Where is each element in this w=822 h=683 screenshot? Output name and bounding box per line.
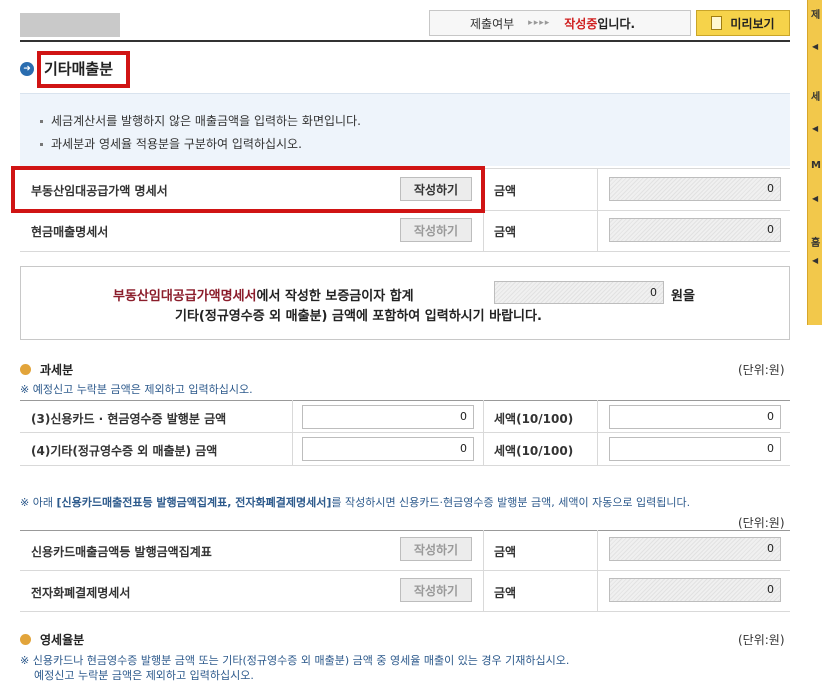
table-border [20,465,790,466]
amount-field-real-estate: 0 [609,177,781,201]
deposit-interest-field: 0 [494,281,664,304]
notice-text-2: 원을 [671,289,695,304]
row-label-e-money: 전자화폐결제명세서 [31,586,131,600]
taxable-heading: 과세분 [20,361,73,378]
status-value: 작성중 [564,16,598,31]
arrow-left-icon[interactable]: ◀ [812,42,818,51]
status-arrows: ▸▸▸▸ [528,18,551,28]
amount-field-card-summary: 0 [609,537,781,561]
table-border [20,611,790,612]
highlight-box-title [37,51,130,88]
row-label-cash-sales: 현금매출명세서 [31,225,109,239]
row-label-card-summary: 신용카드매출금액등 발행금액집계표 [31,545,212,559]
header-placeholder-bar [20,13,120,37]
right-panel-item-4: 홈 [811,238,821,249]
unit-label: (단위:원) [738,363,785,377]
document-icon [711,16,723,30]
status-label: 제출여부 [470,16,515,31]
circle-bullet-icon [20,634,31,645]
table-border [20,570,790,571]
right-panel-item-3: M [811,160,821,171]
bullet-icon [40,120,43,123]
right-side-panel[interactable]: 제 ◀ 세 ◀ M ◀ 홈 ◀ [807,0,822,325]
arrow-left-icon[interactable]: ◀ [812,194,818,203]
column-divider [483,400,484,465]
amount-field-cash-sales: 0 [609,218,781,242]
auto-note-post: 를 작성하시면 신용카드·현금영수증 발행분 금액, 세액이 자동으로 입력됩니… [331,496,691,509]
auto-note-bold: [신용카드매출전표등 발행금액집계표, 전자화폐결제명세서] [56,496,332,509]
taxable-title: 과세분 [40,363,74,377]
arrow-circle-icon: ➜ [20,61,34,76]
other-tax-input[interactable]: 0 [609,437,781,461]
card-cash-amount-input[interactable]: 0 [302,405,474,429]
notice-highlight: 부동산임대공급가액명세서 [113,289,257,304]
other-amount-input[interactable]: 0 [302,437,474,461]
info-line-2: 과세분과 영세율 적용분을 구분하여 입력하십시오. [51,137,302,151]
zero-rate-heading: 영세율분 [20,631,84,648]
column-divider [292,400,293,465]
notice-text-1: 에서 작성한 보증금이자 합계 [256,289,414,304]
header-divider [20,40,790,42]
column-divider [597,530,598,611]
preview-button[interactable]: 미리보기 [696,10,790,36]
info-line-1: 세금계산서를 발행하지 않은 매출금액을 입력하는 화면입니다. [51,114,361,128]
amount-label: 금액 [494,184,517,198]
table-border [20,432,790,433]
auto-note-pre: ※ 아래 [20,496,57,509]
notice-line-2: 기타(정규영수증 외 매출분) 금액에 포함하여 입력하시기 바랍니다. [175,309,542,324]
table-border [20,530,790,531]
table-border [20,251,790,252]
write-button-cash-sales[interactable]: 작성하기 [400,218,472,242]
unit-label: (단위:원) [738,516,785,530]
preview-label: 미리보기 [730,16,775,31]
row-label-card-cash: (3)신용카드 · 현금영수증 발행분 금액 [31,412,227,426]
write-button-e-money[interactable]: 작성하기 [400,578,472,602]
column-divider [597,400,598,465]
tax-label: 세액(10/100) [494,444,574,458]
info-box: 세금계산서를 발행하지 않은 매출금액을 입력하는 화면입니다. 과세분과 영세… [20,93,790,166]
taxable-note: ※ 예정신고 누락분 금액은 제외하고 입력하십시오. [20,383,253,396]
highlight-box-row [11,166,485,213]
unit-label: (단위:원) [738,633,785,647]
column-divider [597,168,598,251]
right-panel-item-2: 세 [811,92,821,103]
amount-label: 금액 [494,545,517,559]
amount-label: 금액 [494,225,517,239]
tax-label: 세액(10/100) [494,412,574,426]
auto-input-note: ※ 아래 [신용카드매출전표등 발행금액집계표, 전자화폐결제명세서]를 작성하… [20,494,690,510]
submission-status: 제출여부 ▸▸▸▸ 작성중 입니다. [429,10,691,36]
right-panel-item-1: 제 [811,10,821,21]
card-cash-tax-input[interactable]: 0 [609,405,781,429]
write-button-card-summary[interactable]: 작성하기 [400,537,472,561]
arrow-left-icon[interactable]: ◀ [812,256,818,265]
zero-rate-title: 영세율분 [40,633,85,647]
amount-label: 금액 [494,586,517,600]
bullet-icon [40,143,43,146]
status-suffix: 입니다. [597,16,636,31]
zero-rate-note-1: ※ 신용카드나 현금영수증 발행분 금액 또는 기타(정규영수증 외 매출분) … [20,654,570,667]
column-divider [483,530,484,611]
amount-field-e-money: 0 [609,578,781,602]
circle-bullet-icon [20,364,31,375]
arrow-left-icon[interactable]: ◀ [812,124,818,133]
notice-box: 부동산임대공급가액명세서에서 작성한 보증금이자 합계 0 원을 기타(정규영수… [20,266,790,340]
row-label-other: (4)기타(정규영수증 외 매출분) 금액 [31,444,218,458]
table-border [20,400,790,401]
